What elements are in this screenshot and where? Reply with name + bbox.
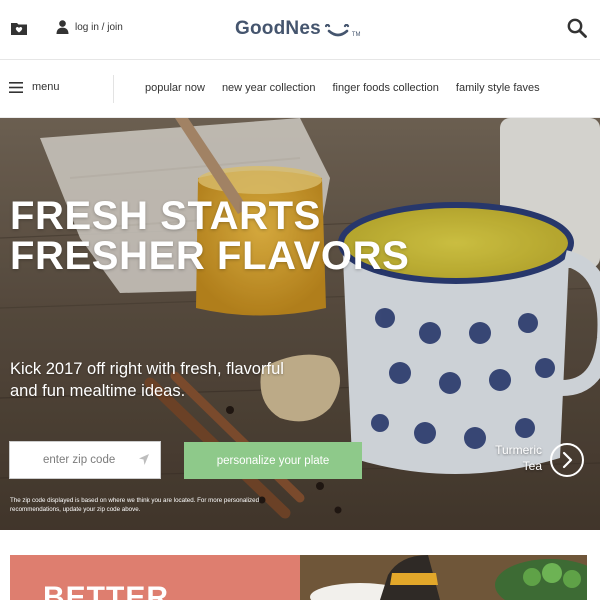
feature-card[interactable]: BETTER [10, 555, 300, 600]
user-icon [56, 20, 69, 34]
site-header: log in / join GoodNes TM [0, 0, 600, 60]
login-label: log in / join [75, 21, 123, 33]
nav-divider [113, 75, 114, 103]
hero-subtitle: Kick 2017 off right with fresh, flavorfu… [10, 360, 284, 400]
trademark-mark: TM [351, 32, 361, 38]
hero-title: FRESH STARTS FRESHER FLAVORS [10, 196, 409, 276]
smile-logo-icon [324, 24, 349, 37]
featured-section: BETTER [0, 530, 600, 600]
hero-image-caption[interactable]: Turmeric Tea [495, 442, 542, 474]
carousel-next-button[interactable] [550, 443, 584, 477]
menu-button[interactable]: menu [9, 81, 60, 93]
caption-line-2: Tea [522, 459, 542, 473]
location-arrow-icon[interactable] [139, 454, 149, 465]
menu-label: menu [32, 81, 60, 93]
caption-line-1: Turmeric [495, 443, 542, 457]
nav-link-finger-foods-collection[interactable]: finger foods collection [333, 82, 439, 94]
search-icon[interactable] [566, 17, 588, 39]
favorites-icon[interactable] [10, 20, 28, 36]
feature-card-image[interactable] [300, 555, 587, 600]
nav-links: popular now new year collection finger f… [145, 82, 540, 94]
nav-link-new-year-collection[interactable]: new year collection [222, 82, 316, 94]
feature-card-title: BETTER [43, 581, 169, 600]
chevron-right-icon [562, 451, 573, 469]
login-link[interactable]: log in / join [56, 20, 123, 34]
nav-link-family-style-faves[interactable]: family style faves [456, 82, 540, 94]
logo-text: GoodNes [235, 18, 321, 39]
hero-title-line-2: FRESHER FLAVORS [10, 234, 410, 278]
nav-link-popular-now[interactable]: popular now [145, 82, 205, 94]
hero-banner: FRESH STARTS FRESHER FLAVORS Kick 2017 o… [0, 118, 600, 530]
main-nav: menu popular now new year collection fin… [0, 60, 600, 118]
hero-title-line-1: FRESH STARTS [10, 194, 321, 238]
hamburger-icon [9, 81, 23, 93]
food-photo [300, 555, 587, 600]
zip-code-disclaimer: The zip code displayed is based on where… [10, 497, 260, 513]
site-logo[interactable]: GoodNes TM [235, 18, 361, 40]
personalize-plate-button[interactable]: personalize your plate [184, 442, 362, 479]
